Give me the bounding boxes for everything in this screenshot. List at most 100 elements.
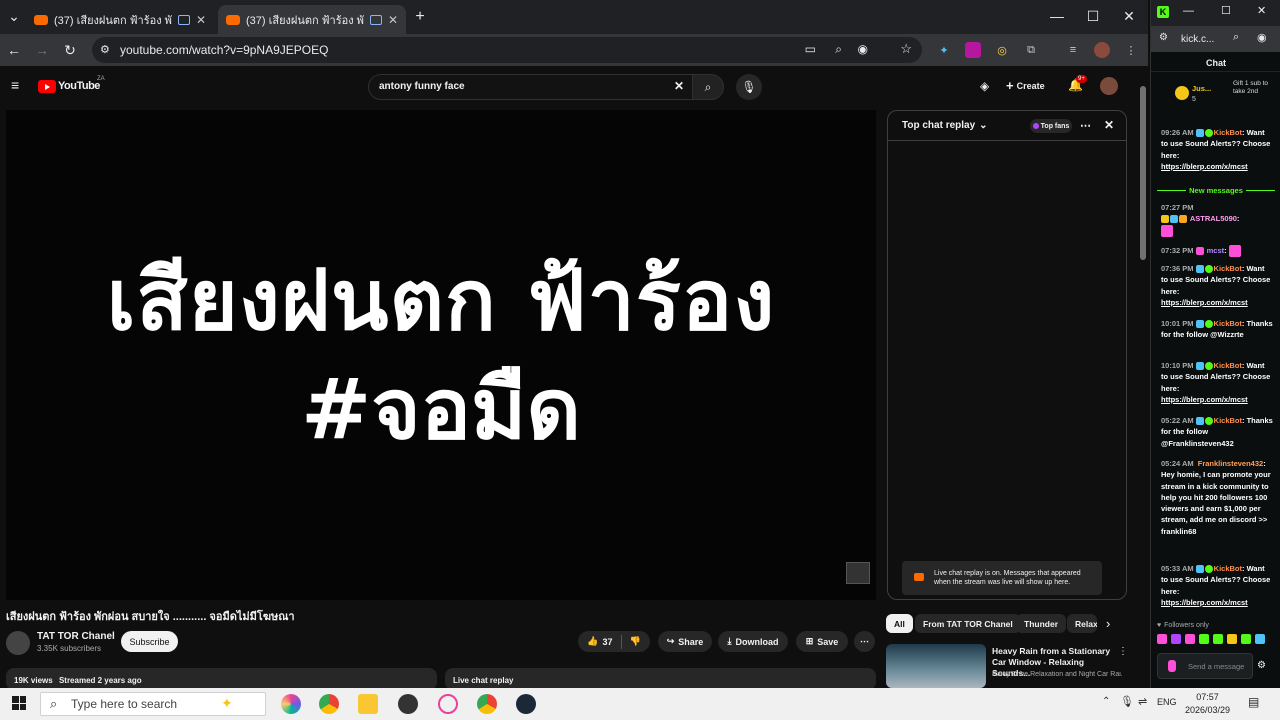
- tab-close-icon[interactable]: ✕: [196, 13, 206, 27]
- chip-all[interactable]: All: [886, 614, 913, 633]
- bookmark-star-icon[interactable]: ☆: [900, 41, 912, 57]
- chevron-right-icon[interactable]: ›: [1106, 616, 1110, 631]
- browser-tab-active[interactable]: (37) เสียงฝนตก ฟ้าร้อง พักผ่อน ✕: [218, 5, 406, 34]
- media-controls-icon[interactable]: ≡: [1065, 42, 1081, 58]
- file-explorer-icon[interactable]: [358, 694, 378, 714]
- menu-icon[interactable]: ⋮: [1123, 42, 1139, 58]
- tab-search-icon[interactable]: ⌄: [4, 6, 24, 26]
- chat-settings-icon[interactable]: ⚙: [1257, 660, 1266, 671]
- network-icon[interactable]: ⇌: [1138, 695, 1147, 708]
- extension-icon[interactable]: [965, 42, 981, 58]
- emote-icon[interactable]: [1227, 634, 1237, 644]
- emote-icon[interactable]: [1255, 634, 1265, 644]
- puzzle-icon[interactable]: ⧉: [1023, 42, 1039, 58]
- like-count[interactable]: 37: [602, 637, 612, 647]
- extension-icon[interactable]: ✦: [936, 42, 952, 58]
- copilot-icon[interactable]: [281, 694, 301, 714]
- top-fans-button[interactable]: Top fans: [1030, 119, 1072, 133]
- recommendation-thumbnail[interactable]: [886, 644, 986, 688]
- emote-icon[interactable]: [1171, 634, 1181, 644]
- subscribe-button[interactable]: Subscribe: [121, 631, 178, 652]
- browser-tab[interactable]: (37) เสียงฝนตก ฟ้าร้อง พักผ่อน ✕: [26, 5, 216, 34]
- emote-icon[interactable]: [1241, 634, 1251, 644]
- chip-relax[interactable]: Relax: [1067, 614, 1097, 633]
- forward-button[interactable]: →: [32, 40, 52, 60]
- emote-icon[interactable]: [1185, 634, 1195, 644]
- thumbs-down-icon[interactable]: 👎: [630, 636, 641, 647]
- channel-avatar[interactable]: [6, 631, 30, 655]
- page-scrollbar[interactable]: [1138, 72, 1148, 688]
- minimize-button[interactable]: —: [1038, 0, 1076, 32]
- close-chat-icon[interactable]: ✕: [1104, 118, 1114, 132]
- microphone-icon[interactable]: 🎙: [1120, 695, 1134, 708]
- description-box[interactable]: 19K views Streamed 2 years ago: [6, 668, 437, 690]
- scrollbar-thumb[interactable]: [1140, 86, 1146, 260]
- emote-picker-icon[interactable]: [1168, 660, 1176, 672]
- notification-center-icon[interactable]: ▤: [1248, 695, 1259, 709]
- windows-start-icon[interactable]: [12, 696, 26, 710]
- hamburger-menu-icon[interactable]: ≡: [11, 77, 19, 93]
- steam-icon[interactable]: [516, 694, 536, 714]
- chip-from-channel[interactable]: From TAT TOR Chanel: [915, 614, 1021, 633]
- chrome-icon[interactable]: [319, 694, 339, 714]
- eye-off-icon[interactable]: ◉: [858, 42, 868, 56]
- youtube-logo-icon[interactable]: [38, 80, 56, 93]
- chevron-down-icon[interactable]: ⌄: [979, 120, 987, 131]
- emote-icon[interactable]: [1157, 634, 1167, 644]
- search-input[interactable]: antony funny face ✕: [368, 74, 693, 100]
- avatar[interactable]: [1100, 77, 1118, 95]
- maximize-button[interactable]: ☐: [1221, 4, 1231, 17]
- channel-watermark[interactable]: [846, 562, 870, 584]
- emote-icon[interactable]: [1213, 634, 1223, 644]
- thumbs-up-icon[interactable]: 👍: [587, 636, 598, 647]
- clear-search-icon[interactable]: ✕: [674, 79, 684, 93]
- site-info-icon[interactable]: ⚙: [100, 43, 110, 56]
- taskbar-clock[interactable]: 07:57 2026/03/29: [1185, 691, 1230, 716]
- emote-icon[interactable]: [1199, 634, 1209, 644]
- cast-icon[interactable]: ◈: [980, 79, 989, 93]
- extension-icon[interactable]: ◎: [994, 42, 1010, 58]
- snipping-tool-icon[interactable]: [438, 694, 458, 714]
- zoom-icon[interactable]: ⌕: [835, 42, 842, 57]
- site-info-icon[interactable]: ⚙: [1159, 32, 1168, 43]
- video-title: เสียงฝนตก ฟ้าร้อง พักผ่อน สบายใจ .......…: [6, 611, 295, 623]
- live-chat-replay-box[interactable]: Live chat replay: [445, 668, 876, 690]
- chat-message-input[interactable]: Send a message: [1157, 653, 1253, 679]
- chrome-profile-icon[interactable]: [477, 694, 497, 714]
- tab-close-icon[interactable]: ✕: [388, 13, 398, 27]
- reload-button[interactable]: ↻: [60, 40, 80, 60]
- share-button[interactable]: ↪ Share: [658, 631, 712, 652]
- download-button[interactable]: ⤓ Download: [718, 631, 788, 652]
- close-window-button[interactable]: ✕: [1257, 4, 1266, 17]
- chat-mode-dropdown[interactable]: Top chat replay: [902, 120, 975, 131]
- kick-url-bar[interactable]: ⚙ kick.c... ⌕ ◉: [1151, 26, 1280, 52]
- recommendation-more-icon[interactable]: ⋮: [1118, 646, 1128, 657]
- language-indicator[interactable]: ENG: [1157, 697, 1177, 707]
- chat-more-icon[interactable]: ⋯: [1080, 119, 1091, 132]
- channel-name[interactable]: TAT TOR Chanel: [37, 631, 115, 642]
- eye-off-icon[interactable]: ◉: [1257, 31, 1267, 44]
- close-window-button[interactable]: ✕: [1110, 0, 1148, 32]
- more-actions-button[interactable]: ⋯: [854, 631, 875, 652]
- video-player[interactable]: เสียงฝนตก ฟ้าร้อง #จอมืด: [6, 110, 876, 600]
- youtube-logo-text[interactable]: YouTube: [58, 80, 100, 92]
- save-button[interactable]: ⊞ Save: [796, 631, 848, 652]
- new-tab-button[interactable]: +: [410, 7, 430, 27]
- sparkle-icon[interactable]: ✦: [221, 695, 233, 712]
- create-button[interactable]: + Create: [1006, 78, 1045, 93]
- url-bar[interactable]: ⚙ youtube.com/watch?v=9pNA9JEPOEQ ▭ ⌕ ◉ …: [92, 37, 922, 63]
- voice-search-button[interactable]: 🎙: [736, 74, 762, 100]
- gift-leader-name[interactable]: Jus...: [1192, 84, 1211, 93]
- zoom-icon[interactable]: ⌕: [1233, 31, 1239, 44]
- obs-icon[interactable]: [398, 694, 418, 714]
- profile-avatar[interactable]: [1094, 42, 1110, 58]
- chip-thunder[interactable]: Thunder: [1016, 614, 1066, 633]
- search-button[interactable]: ⌕: [692, 74, 724, 100]
- gift-prompt[interactable]: Gift 1 sub to take 2nd: [1233, 80, 1269, 97]
- tray-chevron-icon[interactable]: ⌃: [1102, 696, 1110, 707]
- taskbar-search-input[interactable]: ⌕ Type here to search ✦: [40, 692, 266, 716]
- minimize-button[interactable]: —: [1183, 5, 1194, 17]
- back-button[interactable]: ←: [4, 40, 24, 60]
- cast-icon[interactable]: ▭: [805, 42, 816, 56]
- maximize-button[interactable]: ☐: [1074, 0, 1112, 32]
